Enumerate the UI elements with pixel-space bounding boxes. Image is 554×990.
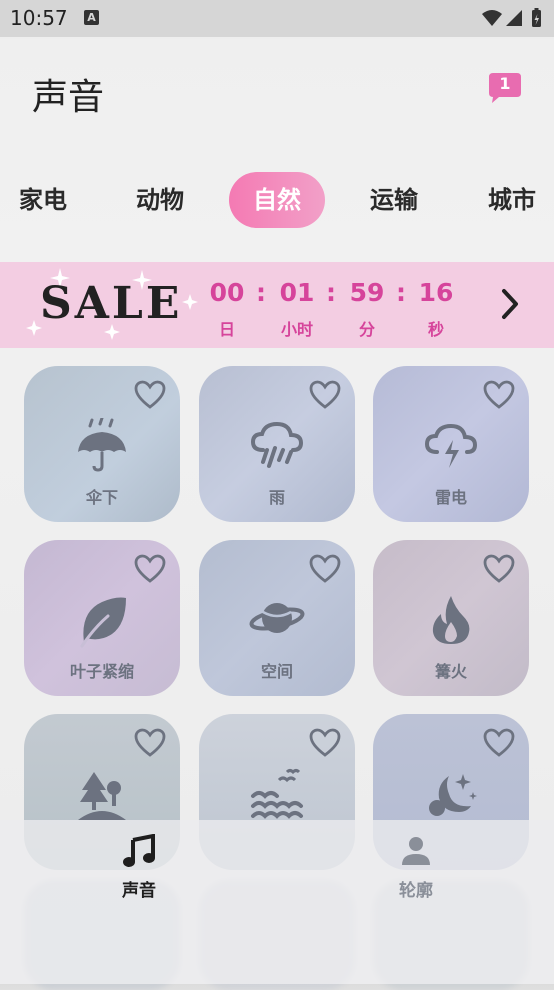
sound-tile-umbrella[interactable]: 伞下: [24, 366, 180, 522]
heart-icon[interactable]: [134, 728, 166, 758]
nav-profile-label: 轮廓: [399, 881, 433, 901]
sound-label: 空间: [260, 662, 293, 681]
umbrella-rain-icon: [78, 418, 126, 472]
message-count-badge: 1: [499, 74, 511, 93]
heart-icon[interactable]: [483, 728, 515, 758]
sale-label: SALE: [40, 278, 183, 329]
countdown-minutes: 59: [349, 278, 385, 307]
nav-profile[interactable]: 轮廓: [346, 834, 486, 901]
heart-icon[interactable]: [309, 380, 341, 410]
countdown-seconds: 16: [418, 278, 454, 307]
nav-sounds-label: 声音: [122, 881, 156, 901]
tab-transport[interactable]: 运输: [352, 172, 436, 228]
notification-icon: A: [84, 10, 99, 25]
forest-icon: [78, 772, 126, 820]
sound-tile-space[interactable]: 空间: [199, 540, 355, 696]
heart-icon[interactable]: [134, 554, 166, 584]
countdown-seconds-unit: 秒: [427, 320, 444, 339]
system-status-icons: [480, 7, 546, 33]
messages-button[interactable]: 1: [488, 72, 522, 103]
water-waves-icon: [251, 769, 303, 819]
fire-icon: [432, 596, 470, 644]
status-time: 10:57: [10, 6, 68, 30]
countdown-hours: 01: [279, 278, 315, 307]
tab-animals[interactable]: 动物: [118, 172, 202, 228]
category-tabs: 家电 动物 自然 运输 城市: [0, 172, 554, 228]
page-title: 声音: [32, 77, 105, 118]
leaf-icon: [80, 597, 126, 648]
moon-stars-icon: [429, 774, 477, 816]
heart-icon[interactable]: [134, 380, 166, 410]
sound-label: 篝火: [434, 662, 467, 681]
heart-icon[interactable]: [309, 554, 341, 584]
status-bar: 10:57 A: [0, 0, 554, 37]
cloud-lightning-icon: [424, 423, 478, 468]
countdown-days: 00: [209, 278, 245, 307]
sound-tile-thunder[interactable]: 雷电: [373, 366, 529, 522]
countdown-separator: :: [256, 278, 266, 307]
tab-city[interactable]: 城市: [470, 172, 554, 228]
tab-nature[interactable]: 自然: [229, 172, 325, 228]
wifi-signal-battery-icon: [482, 8, 541, 27]
countdown-separator: :: [396, 278, 406, 307]
sound-tile-campfire[interactable]: 篝火: [373, 540, 529, 696]
person-icon: [402, 837, 430, 865]
heart-icon[interactable]: [309, 728, 341, 758]
sound-tile-leaves[interactable]: 叶子紧缩: [24, 540, 180, 696]
countdown-hours-unit: 小时: [280, 320, 313, 339]
sound-tile-rain[interactable]: 雨: [199, 366, 355, 522]
sound-label: 雷电: [434, 488, 467, 507]
sound-label: 伞下: [85, 488, 118, 507]
cloud-rain-icon: [250, 421, 304, 468]
sound-label: 叶子紧缩: [69, 662, 134, 681]
countdown-separator: :: [326, 278, 336, 307]
nav-sounds[interactable]: 声音: [69, 833, 209, 901]
planet-icon: [249, 603, 305, 633]
countdown-minutes-unit: 分: [358, 320, 375, 339]
music-note-icon: [123, 833, 155, 867]
heart-icon[interactable]: [483, 380, 515, 410]
chevron-right-icon[interactable]: [496, 285, 526, 323]
countdown-days-unit: 日: [218, 320, 235, 339]
sound-label: 雨: [268, 488, 285, 507]
heart-icon[interactable]: [483, 554, 515, 584]
tab-appliances[interactable]: 家电: [0, 172, 86, 228]
